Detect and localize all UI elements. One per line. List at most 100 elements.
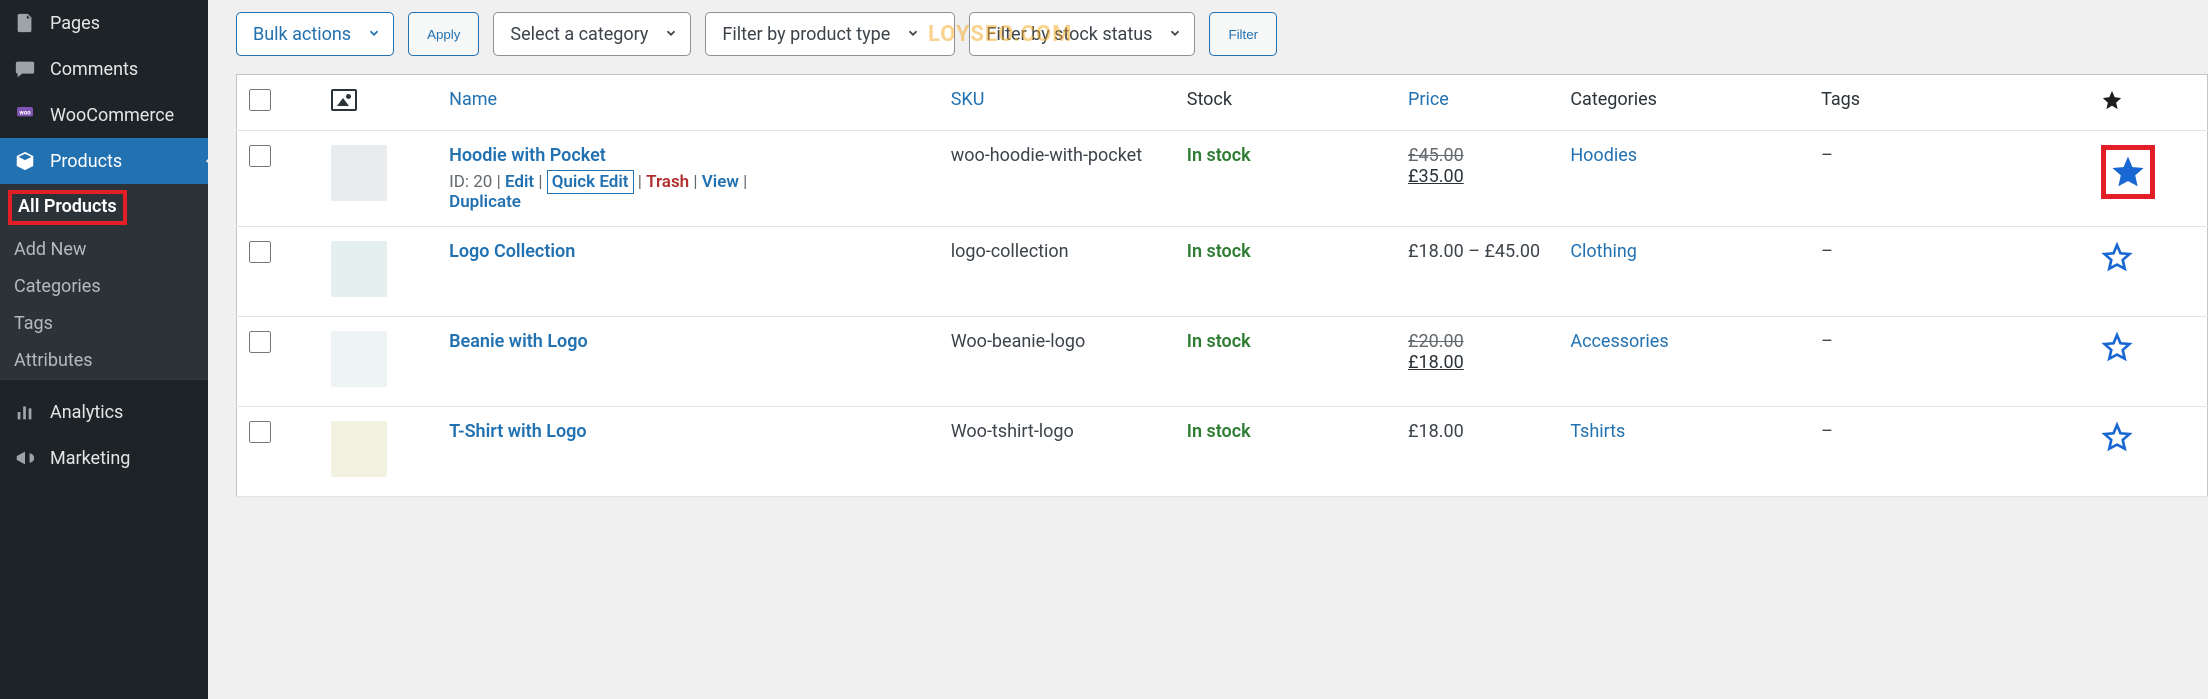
submenu-attributes[interactable]: Attributes [0, 342, 208, 379]
featured-star-icon[interactable] [2101, 331, 2133, 363]
apply-button[interactable]: Apply [408, 12, 479, 56]
featured-star-icon[interactable] [2101, 421, 2133, 453]
category-select[interactable]: Select a category [493, 12, 691, 56]
sidebar-item-label: Marketing [50, 448, 130, 469]
row-checkbox[interactable] [249, 331, 271, 353]
sidebar-item-label: Pages [50, 13, 100, 34]
price-range: £18.00 – £45.00 [1408, 241, 1540, 262]
admin-sidebar: Pages Comments woo WooCommerce Products … [0, 0, 208, 699]
product-name-link[interactable]: T-Shirt with Logo [449, 421, 586, 442]
select-all-checkbox[interactable] [249, 89, 271, 111]
sidebar-item-analytics[interactable]: Analytics [0, 389, 208, 435]
stock-status: In stock [1187, 331, 1251, 352]
column-stock: Stock [1187, 89, 1232, 110]
sidebar-item-label: All Products [8, 190, 127, 225]
product-thumbnail[interactable] [331, 241, 387, 297]
select-label: Filter by stock status [986, 24, 1152, 45]
view-link[interactable]: View [702, 172, 739, 192]
duplicate-link[interactable]: Duplicate [449, 192, 521, 212]
table-row: Hoodie with Pocket ID: 20 | Edit | Quick … [237, 131, 2208, 227]
select-label: Select a category [510, 24, 648, 45]
filter-bar: Bulk actions Apply Select a category Fil… [236, 12, 2208, 56]
menu-separator [0, 379, 208, 389]
chevron-down-icon [906, 24, 920, 45]
tags-value: – [1821, 331, 1833, 352]
select-label: Filter by product type [722, 24, 890, 45]
analytics-icon [12, 399, 38, 425]
product-name-link[interactable]: Hoodie with Pocket [449, 145, 606, 166]
pages-icon [12, 10, 38, 36]
tags-value: – [1821, 421, 1833, 442]
submenu-add-new[interactable]: Add New [0, 231, 208, 268]
sidebar-item-marketing[interactable]: Marketing [0, 435, 208, 481]
sidebar-item-pages[interactable]: Pages [0, 0, 208, 46]
stock-status: In stock [1187, 145, 1251, 166]
comments-icon [12, 56, 38, 82]
sku-value: logo-collection [951, 241, 1069, 262]
sku-value: Woo-tshirt-logo [951, 421, 1074, 442]
sku-value: woo-hoodie-with-pocket [951, 145, 1142, 166]
featured-star-icon[interactable] [2101, 241, 2133, 273]
filter-button[interactable]: Filter [1209, 12, 1277, 56]
price-original: £20.00 [1408, 331, 1546, 352]
products-table: Name SKU Stock Price Categories Tags Hoo… [236, 74, 2208, 497]
featured-column-icon [2101, 95, 2123, 116]
chevron-down-icon [367, 24, 381, 45]
column-name[interactable]: Name [449, 89, 497, 110]
quick-edit-link[interactable]: Quick Edit [547, 170, 634, 194]
stock-status: In stock [1187, 421, 1251, 442]
column-price[interactable]: Price [1408, 89, 1449, 110]
select-label: Bulk actions [253, 24, 351, 45]
category-link[interactable]: Tshirts [1570, 421, 1625, 442]
sidebar-item-comments[interactable]: Comments [0, 46, 208, 92]
image-column-icon [331, 89, 357, 111]
marketing-icon [12, 445, 38, 471]
tags-value: – [1821, 145, 1833, 166]
submenu-all-products[interactable]: All Products [0, 184, 208, 231]
price-sale: £18.00 [1408, 352, 1546, 373]
column-categories: Categories [1570, 89, 1657, 110]
sidebar-item-woocommerce[interactable]: woo WooCommerce [0, 92, 208, 138]
sku-value: Woo-beanie-logo [951, 331, 1086, 352]
featured-star-icon[interactable] [2112, 156, 2144, 188]
category-link[interactable]: Clothing [1570, 241, 1637, 262]
sidebar-item-label: WooCommerce [50, 105, 174, 126]
products-icon [12, 148, 38, 174]
product-thumbnail[interactable] [331, 145, 387, 201]
stock-status: In stock [1187, 241, 1251, 262]
category-link[interactable]: Hoodies [1570, 145, 1637, 166]
submenu-tags[interactable]: Tags [0, 305, 208, 342]
product-name-link[interactable]: Beanie with Logo [449, 331, 588, 352]
edit-link[interactable]: Edit [505, 172, 534, 192]
column-sku[interactable]: SKU [951, 89, 985, 110]
bulk-actions-select[interactable]: Bulk actions [236, 12, 394, 56]
column-tags: Tags [1821, 89, 1860, 110]
sidebar-item-products[interactable]: Products [0, 138, 208, 184]
price-value: £18.00 [1408, 421, 1464, 442]
row-checkbox[interactable] [249, 145, 271, 167]
category-link[interactable]: Accessories [1570, 331, 1668, 352]
featured-highlight [2101, 145, 2155, 199]
table-row: Beanie with Logo Woo-beanie-logo In stock £… [237, 317, 2208, 407]
sidebar-item-label: Products [50, 151, 122, 172]
woocommerce-icon: woo [12, 102, 38, 128]
products-submenu: All Products Add New Categories Tags Att… [0, 184, 208, 379]
product-name-link[interactable]: Logo Collection [449, 241, 575, 262]
product-type-select[interactable]: Filter by product type [705, 12, 955, 56]
trash-link[interactable]: Trash [646, 172, 689, 192]
row-checkbox[interactable] [249, 421, 271, 443]
main-content: LOYSEO.COM Bulk actions Apply Select a c… [208, 0, 2208, 699]
row-actions: ID: 20 | Edit | Quick Edit | Trash | Vie… [449, 172, 927, 212]
product-thumbnail[interactable] [331, 331, 387, 387]
table-row: T-Shirt with Logo Woo-tshirt-logo In stock… [237, 407, 2208, 497]
svg-text:woo: woo [19, 109, 31, 116]
price-sale: £35.00 [1408, 166, 1546, 187]
table-row: Logo Collection logo-collection In stock £1… [237, 227, 2208, 317]
product-thumbnail[interactable] [331, 421, 387, 477]
row-checkbox[interactable] [249, 241, 271, 263]
submenu-categories[interactable]: Categories [0, 268, 208, 305]
sidebar-item-label: Analytics [50, 402, 123, 423]
stock-status-select[interactable]: Filter by stock status [969, 12, 1195, 56]
chevron-down-icon [1168, 24, 1182, 45]
sidebar-item-label: Comments [50, 59, 138, 80]
